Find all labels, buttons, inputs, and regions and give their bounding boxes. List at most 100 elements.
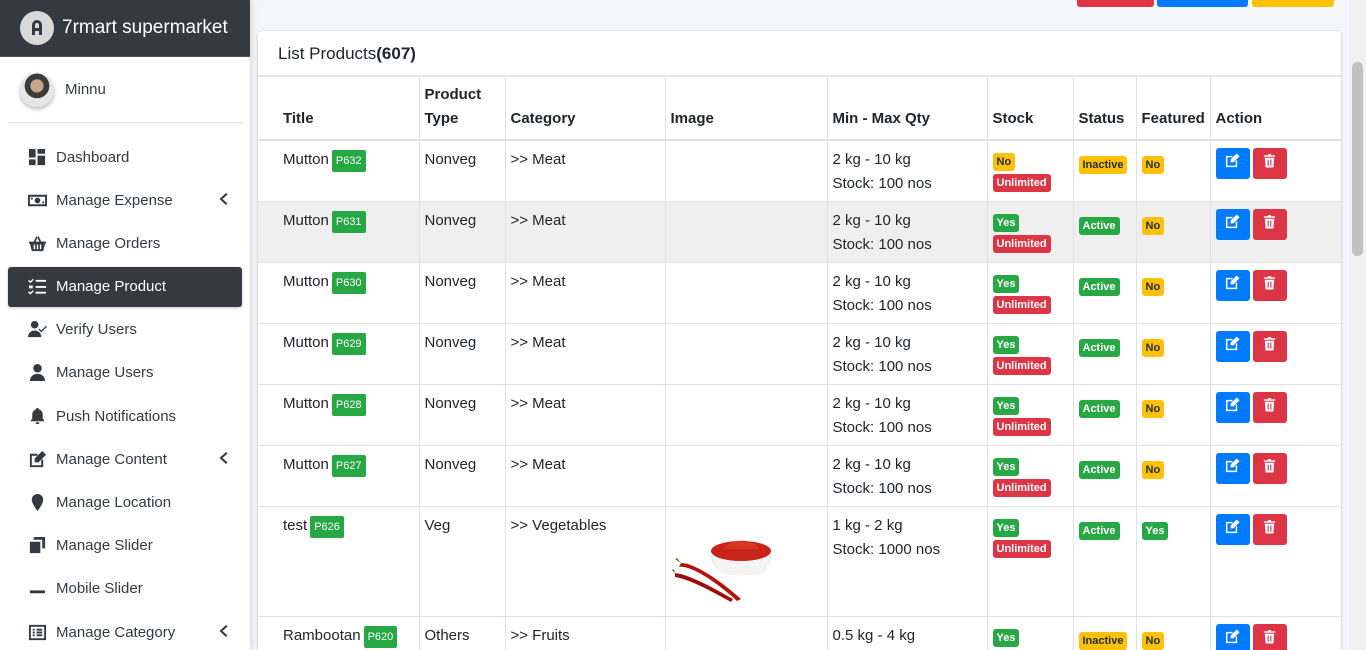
sidebar-item-push-notifications[interactable]: Push Notifications (8, 396, 242, 436)
delete-button[interactable] (1252, 148, 1287, 179)
cell-type: Nonveg (418, 262, 506, 324)
chevron-left-icon[interactable] (218, 451, 232, 467)
table-row[interactable]: Mutton P630 Nonveg >> Meat 2 kg - 10 kg Stock… (258, 262, 1341, 324)
cell-qty: 2 kg - 10 kg Stock: 100 nos (826, 201, 988, 263)
sidebar-item-manage-content[interactable]: Manage Content (8, 439, 242, 479)
status-badge[interactable]: Active (1078, 522, 1120, 541)
product-code-badge: P632 (331, 150, 366, 172)
stock-quantity: Stock: 1000 nos (832, 541, 941, 558)
sidebar-item-manage-orders[interactable]: Manage Orders (8, 223, 242, 263)
table-row[interactable]: Mutton P627 Nonveg >> Meat 2 kg - 10 kg Stock… (258, 445, 1341, 507)
delete-button[interactable] (1252, 331, 1287, 362)
status-badge[interactable]: Active (1078, 217, 1120, 236)
delete-button[interactable] (1252, 624, 1287, 650)
product-code-badge: P627 (331, 455, 366, 477)
col-stock[interactable]: Stock (986, 76, 1074, 141)
edit-icon (26, 449, 48, 469)
sidebar-item-manage-category[interactable]: Manage Category (8, 612, 242, 650)
featured-badge[interactable]: No (1141, 339, 1165, 358)
sidebar-item-label: Mobile Slider (56, 580, 143, 598)
edit-button[interactable] (1215, 514, 1250, 545)
chevron-left-icon[interactable] (218, 624, 232, 640)
sidebar-nav: Dashboard Manage Expense Manage Orders Mana… (0, 123, 250, 650)
scrollbar-thumb[interactable] (1352, 62, 1363, 256)
cell-title: test P626 (258, 506, 420, 617)
delete-button[interactable] (1252, 514, 1287, 545)
edit-icon (1225, 335, 1240, 359)
chevron-left-icon[interactable] (218, 192, 232, 208)
top-blue-button[interactable] (1157, 0, 1248, 7)
featured-badge[interactable]: No (1141, 278, 1165, 297)
user-panel[interactable]: Minnu (8, 57, 242, 123)
col-featured[interactable]: Featured (1135, 76, 1211, 141)
cell-type: Nonveg (418, 139, 506, 202)
edit-button[interactable] (1215, 270, 1250, 301)
products-table: Title Product Type Category Image Min - M… (258, 76, 1341, 650)
edit-button[interactable] (1215, 624, 1250, 650)
table-row[interactable]: Mutton P629 Nonveg >> Meat 2 kg - 10 kg Stock… (258, 323, 1341, 385)
col-product-type[interactable]: Product Type (418, 76, 506, 141)
status-badge[interactable]: Active (1078, 278, 1120, 297)
status-badge[interactable]: Inactive (1078, 156, 1128, 175)
sidebar-item-mobile-slider[interactable]: Mobile Slider (8, 569, 242, 609)
cell-featured: No (1135, 262, 1211, 324)
featured-badge[interactable]: No (1141, 217, 1165, 236)
status-badge[interactable]: Active (1078, 461, 1120, 480)
sidebar-item-label: Verify Users (56, 321, 137, 339)
product-count: (607) (376, 44, 416, 63)
featured-badge[interactable]: No (1141, 400, 1165, 419)
table-row[interactable]: test P626 Veg >> Vegetables 1 kg - 2 kg Stock… (258, 506, 1341, 617)
col-qty[interactable]: Min - Max Qty (826, 76, 988, 141)
cell-stock: Yes Unlimited (986, 445, 1074, 507)
limit-badge: Unlimited (992, 235, 1051, 253)
col-status[interactable]: Status (1072, 76, 1137, 141)
sidebar-item-manage-expense[interactable]: Manage Expense (8, 180, 242, 220)
sidebar-item-dashboard[interactable]: Dashboard (8, 137, 242, 177)
cell-type: Veg (418, 506, 506, 617)
col-title[interactable]: Title (258, 76, 420, 141)
status-badge[interactable]: Active (1078, 400, 1120, 419)
sidebar-item-label: Manage Category (56, 623, 176, 641)
sidebar-item-manage-users[interactable]: Manage Users (8, 353, 242, 393)
table-row[interactable]: Mutton P632 Nonveg >> Meat 2 kg - 10 kg Stock… (258, 139, 1341, 202)
edit-button[interactable] (1215, 148, 1250, 179)
featured-badge[interactable]: No (1141, 632, 1165, 650)
qty-range: 2 kg - 10 kg (832, 334, 911, 351)
edit-icon (1225, 213, 1240, 237)
edit-button[interactable] (1215, 331, 1250, 362)
top-red-button[interactable] (1077, 0, 1154, 7)
top-yellow-button[interactable] (1252, 0, 1334, 7)
delete-button[interactable] (1252, 392, 1287, 423)
table-row[interactable]: Mutton P628 Nonveg >> Meat 2 kg - 10 kg Stock… (258, 384, 1341, 446)
sidebar-item-verify-users[interactable]: Verify Users (8, 310, 242, 350)
sidebar-item-manage-product[interactable]: Manage Product (8, 266, 242, 307)
brand-link[interactable]: 7rmart supermarket (0, 0, 250, 57)
sidebar-item-manage-slider[interactable]: Manage Slider (8, 526, 242, 566)
cell-category: >> Fruits (504, 616, 666, 650)
status-badge[interactable]: Inactive (1078, 632, 1128, 650)
cell-featured: No (1135, 323, 1211, 385)
sidebar-item-label: Manage Location (56, 494, 172, 511)
cell-image (664, 506, 828, 617)
product-title: Mutton (283, 273, 329, 290)
status-badge[interactable]: Active (1078, 339, 1120, 358)
col-category[interactable]: Category (504, 76, 666, 141)
edit-button[interactable] (1215, 209, 1250, 240)
trash-icon (1262, 213, 1277, 237)
featured-badge[interactable]: No (1141, 461, 1165, 480)
trash-icon (1262, 396, 1277, 420)
delete-button[interactable] (1252, 453, 1287, 484)
user-name[interactable]: Minnu (65, 81, 106, 98)
delete-button[interactable] (1252, 209, 1287, 240)
edit-button[interactable] (1215, 453, 1250, 484)
page-scrollbar[interactable] (1349, 0, 1366, 650)
sidebar-item-manage-location[interactable]: Manage Location (8, 483, 242, 523)
featured-badge[interactable]: Yes (1141, 522, 1169, 541)
featured-badge[interactable]: No (1141, 156, 1165, 175)
table-row[interactable]: Rambootan P620 Others >> Fruits 0.5 kg - 4 k… (258, 616, 1341, 650)
cell-category: >> Meat (504, 323, 666, 385)
delete-button[interactable] (1252, 270, 1287, 301)
edit-button[interactable] (1215, 392, 1250, 423)
table-row[interactable]: Mutton P631 Nonveg >> Meat 2 kg - 10 kg Stock… (258, 201, 1341, 263)
edit-icon (1225, 274, 1240, 298)
